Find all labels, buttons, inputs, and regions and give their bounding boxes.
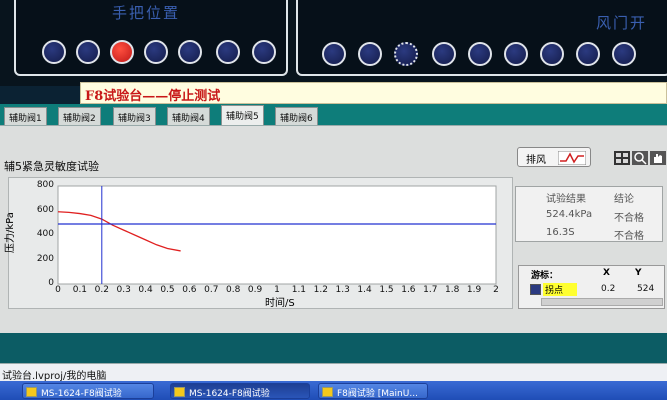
results-header-result: 试验结果 xyxy=(546,194,586,205)
tab-valve-5[interactable]: 辅助阀5 xyxy=(221,105,264,127)
labview-icon xyxy=(26,387,37,397)
y-tick-label: 800 xyxy=(36,180,54,190)
result-verdict: 不合格 xyxy=(614,213,644,224)
tab-valve-3[interactable]: 辅助阀3 xyxy=(113,107,156,127)
labview-icon xyxy=(174,387,185,397)
y-tick-label: 600 xyxy=(36,204,54,215)
tab-valve-2[interactable]: 辅助阀2 xyxy=(58,107,101,127)
cursor-legend: 游标： X Y 拐点 0.2 524 xyxy=(518,265,665,309)
tab-valve-4[interactable]: 辅助阀4 xyxy=(167,107,210,127)
status-strip xyxy=(0,333,667,363)
project-path: 试验台.lvproj/我的电脑 xyxy=(2,371,107,382)
cursor-label: 游标： xyxy=(531,271,559,281)
x-tick-label: 1.3 xyxy=(335,285,350,295)
x-tick-label: 0.9 xyxy=(247,285,263,295)
indicator-led xyxy=(252,40,276,64)
test-title: 辅5紧急灵敏度试验 xyxy=(4,160,99,173)
indicator-led xyxy=(576,42,600,66)
test-status-banner: F8试验台——停止测试 xyxy=(80,82,667,104)
cursor-color-swatch[interactable] xyxy=(530,284,541,295)
indicator-led-active xyxy=(110,40,134,64)
x-tick-label: 1.6 xyxy=(401,285,416,295)
cursor-col-y: Y xyxy=(635,268,642,278)
x-tick-label: 0.6 xyxy=(182,285,197,295)
x-tick-label: 0.5 xyxy=(160,285,175,295)
indicator-led xyxy=(216,40,240,64)
labview-icon xyxy=(322,387,333,397)
pan-hand-icon[interactable] xyxy=(650,151,666,165)
indicator-led xyxy=(432,42,456,66)
vent-button[interactable]: 排风 xyxy=(517,147,591,167)
cursor-name[interactable]: 拐点 xyxy=(543,283,577,296)
project-path-bar: 试验台.lvproj/我的电脑 xyxy=(0,363,667,382)
damper-panel: 风门开 xyxy=(296,0,667,76)
zoom-icon[interactable] xyxy=(632,151,648,165)
x-tick-label: 0.7 xyxy=(204,285,219,295)
y-tick-label: 400 xyxy=(36,229,54,239)
indicator-led xyxy=(468,42,492,66)
results-header-verdict: 结论 xyxy=(614,194,634,205)
x-tick-label: 0.1 xyxy=(72,285,88,295)
tab-valve-1[interactable]: 辅助阀1 xyxy=(4,107,47,127)
cursor-y-value: 524 xyxy=(637,284,655,294)
x-tick-label: 0.3 xyxy=(116,285,131,295)
indicator-led xyxy=(76,40,100,64)
result-value: 16.3S xyxy=(546,227,575,238)
indicator-led xyxy=(612,42,636,66)
indicator-led xyxy=(144,40,168,64)
result-value: 524.4kPa xyxy=(546,209,593,220)
indicator-led xyxy=(358,42,382,66)
vent-label: 排风 xyxy=(526,155,546,166)
indicator-led xyxy=(504,42,528,66)
x-tick-label: 0 xyxy=(55,285,61,295)
waveform-icon xyxy=(558,151,586,165)
y-tick-label: 200 xyxy=(36,253,54,264)
taskbar: MS-1624-F8阀试验 MS-1624-F8阀试验 F8阀试验 [MainU… xyxy=(0,381,667,400)
result-verdict: 不合格 xyxy=(614,231,644,242)
taskbar-item[interactable]: MS-1624-F8阀试验 xyxy=(22,383,154,399)
x-tick-label: 1.9 xyxy=(466,285,482,295)
x-tick-label: 2 xyxy=(493,285,499,295)
taskbar-item[interactable]: F8阀试验 [MainU... xyxy=(318,383,428,399)
cursor-col-x: X xyxy=(603,268,610,278)
indicator-led xyxy=(322,42,346,66)
page-title: F8试验台——停止测试 xyxy=(85,89,221,104)
cursor-x-value: 0.2 xyxy=(601,284,616,294)
handle-position-title: 手把位置 xyxy=(112,4,181,22)
gear-icon xyxy=(394,42,418,66)
graph-tools xyxy=(612,150,667,166)
graph-palette-icon[interactable] xyxy=(614,151,630,165)
x-axis-label: 时间/S xyxy=(265,298,295,309)
tab-valve-6[interactable]: 辅助阀6 xyxy=(275,107,318,127)
x-tick-label: 1.8 xyxy=(445,285,460,295)
results-table: 试验结果 结论 524.4kPa 不合格 16.3S 不合格 xyxy=(515,186,663,242)
damper-title: 风门开 xyxy=(596,14,648,32)
x-tick-label: 1.5 xyxy=(379,285,394,295)
handle-position-panel: 手把位置 xyxy=(14,0,288,76)
x-tick-label: 1.4 xyxy=(357,285,372,295)
cursor-scrollbar[interactable] xyxy=(541,298,663,306)
taskbar-item-active[interactable]: MS-1624-F8阀试验 xyxy=(170,383,310,399)
x-tick-label: 0.8 xyxy=(226,285,241,295)
indicator-led xyxy=(178,40,202,64)
top-indicator-bar: 手把位置 风门开 xyxy=(0,0,667,86)
x-tick-label: 1.7 xyxy=(423,285,438,295)
valve-tabs: 辅助阀1 辅助阀2 辅助阀3 辅助阀4 辅助阀5 辅助阀6 xyxy=(0,104,667,127)
indicator-led xyxy=(42,40,66,64)
x-tick-label: 0.2 xyxy=(94,285,109,295)
x-tick-label: 1.2 xyxy=(313,285,328,295)
indicator-led xyxy=(540,42,564,66)
x-tick-label: 0.4 xyxy=(138,285,153,295)
